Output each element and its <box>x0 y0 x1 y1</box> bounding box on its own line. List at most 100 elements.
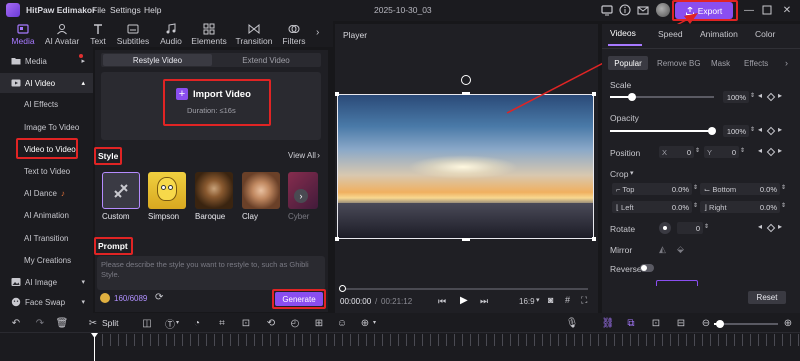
reverse-toggle[interactable] <box>640 264 654 272</box>
tab-speed[interactable]: Speed <box>658 29 683 39</box>
subtab-next-icon[interactable]: › <box>785 58 788 68</box>
keyframe-prev-icon[interactable]: ◂ <box>758 146 762 155</box>
resize-handle[interactable] <box>335 237 339 241</box>
chevron-down-icon[interactable]: ▾ <box>536 296 540 304</box>
sidebar-item-my-creations[interactable]: My Creations <box>0 250 93 270</box>
tool-audio[interactable]: Audio <box>157 21 185 47</box>
keyframe-icon[interactable] <box>766 126 776 136</box>
spin-icon[interactable]: ⇕ <box>750 92 755 99</box>
menu-file[interactable]: File <box>92 5 106 15</box>
user-avatar[interactable] <box>656 3 670 17</box>
scissors-icon[interactable]: ✂ <box>87 317 99 329</box>
opacity-slider[interactable] <box>610 130 714 132</box>
style-clay-thumb[interactable] <box>242 172 280 209</box>
minimize-icon[interactable]: — <box>742 3 756 17</box>
tab-color[interactable]: Color <box>755 29 775 39</box>
menu-settings[interactable]: Settings <box>110 5 141 15</box>
position-x-field[interactable]: X0 <box>659 146 694 158</box>
close-icon[interactable]: ✕ <box>780 3 794 17</box>
maximize-icon[interactable] <box>760 3 774 17</box>
export-button[interactable]: Export <box>675 2 733 19</box>
time-ruler[interactable] <box>94 334 800 346</box>
crop-icon[interactable]: ⌗ <box>216 317 228 329</box>
tool-transition[interactable]: Transition <box>234 21 274 47</box>
zoom-knob[interactable] <box>716 320 724 328</box>
chevron-right-icon[interactable]: › <box>317 150 320 160</box>
styles-next-button[interactable]: › <box>294 189 308 203</box>
scale-knob[interactable] <box>628 93 636 101</box>
ai-tools-icon[interactable]: ⊕ <box>359 317 371 329</box>
zoom-out-icon[interactable]: ⊖ <box>700 317 712 329</box>
keyframe-next-icon[interactable]: ▸ <box>778 125 782 134</box>
crop-frame-icon[interactable]: ⊡ <box>240 317 252 329</box>
view-all-link[interactable]: View All <box>288 151 316 160</box>
aspect-ratio-select[interactable]: 16:9 <box>519 297 535 306</box>
snap-icon[interactable]: ⧉ <box>625 317 637 329</box>
delete-icon[interactable]: 🗑 <box>56 317 69 329</box>
skip-back-icon[interactable]: ⏮ <box>438 296 446 307</box>
sidebar-item-ai-image[interactable]: AI Image ▾ <box>0 272 93 292</box>
microphone-icon[interactable]: 🎙 <box>566 317 579 329</box>
toolbar-next-icon[interactable]: › <box>316 27 319 38</box>
spin-icon[interactable]: ⇕ <box>750 126 755 133</box>
flip-vertical-icon[interactable]: ⬙ <box>677 244 684 255</box>
crop-right-field[interactable]: ⌋ Right 0.0% <box>700 201 780 213</box>
chevron-down-icon[interactable]: ▾ <box>630 169 634 177</box>
marker-icon[interactable]: ◫ <box>141 317 153 329</box>
tool-text[interactable]: Text <box>87 21 109 47</box>
sidebar-item-ai-transition[interactable]: AI Transition <box>0 228 93 248</box>
style-baroque-thumb[interactable] <box>195 172 233 209</box>
flip-horizontal-icon[interactable]: ◭ <box>659 244 666 255</box>
playback-progress[interactable] <box>343 288 588 290</box>
tab-restyle-video[interactable]: Restyle Video <box>103 54 212 66</box>
keyframe-prev-icon[interactable]: ◂ <box>758 125 762 134</box>
opacity-knob[interactable] <box>708 127 716 135</box>
rotate-value[interactable]: 0 <box>677 222 703 234</box>
tool-ai-avatar[interactable]: AI Avatar <box>43 21 81 47</box>
plus-icon[interactable]: + <box>176 88 188 100</box>
play-icon[interactable]: ▶ <box>460 295 468 306</box>
grid-icon[interactable]: # <box>565 295 570 305</box>
sidebar-item-ai-video[interactable]: AI Video ▴ <box>0 73 93 93</box>
resize-handle[interactable] <box>335 92 339 96</box>
style-custom-thumb[interactable] <box>102 172 140 209</box>
tool-media[interactable]: Media <box>9 21 37 47</box>
generate-button[interactable]: Generate <box>275 292 323 306</box>
link-icon[interactable]: ⛓ <box>602 317 615 329</box>
menu-help[interactable]: Help <box>144 5 161 15</box>
import-video-button[interactable]: Import Video <box>193 89 251 100</box>
style-simpson-thumb[interactable] <box>148 172 186 209</box>
subtab-effects[interactable]: Effects <box>744 59 768 68</box>
keyframe-prev-icon[interactable]: ◂ <box>758 222 762 231</box>
crop-bottom-field[interactable]: ⌙ Bottom 0.0% <box>700 183 780 195</box>
sidebar-item-ai-effects[interactable]: AI Effects <box>0 94 93 114</box>
scale-value[interactable]: 100% <box>723 91 749 103</box>
rotate-handle-icon[interactable] <box>461 75 471 85</box>
sidebar-item-media[interactable]: Media ▸ <box>0 51 93 71</box>
sidebar-item-face-swap[interactable]: Face Swap ▾ <box>0 292 93 312</box>
redo-icon[interactable]: ↷ <box>34 317 46 329</box>
resize-handle[interactable] <box>462 238 470 241</box>
refresh-icon[interactable]: ⟳ <box>155 292 163 303</box>
tool-filters[interactable]: Filters <box>281 21 307 47</box>
undo-icon[interactable]: ↶ <box>10 317 22 329</box>
tab-videos[interactable]: Videos <box>610 28 640 43</box>
sidebar-item-image-to-video[interactable]: Image To Video <box>0 117 93 137</box>
subtab-remove-bg[interactable]: Remove BG <box>657 59 701 68</box>
prompt-input[interactable]: Please describe the style you want to re… <box>97 256 325 290</box>
fit-icon[interactable]: ⊞ <box>313 317 325 329</box>
video-preview[interactable] <box>337 94 594 239</box>
keyframe-icon[interactable] <box>766 92 776 102</box>
speed-icon[interactable]: ◔ <box>191 317 203 329</box>
fullscreen-icon[interactable]: ⛶ <box>581 295 587 306</box>
crop-top-field[interactable]: ⌐ Top 0.0% <box>612 183 692 195</box>
keyframe-next-icon[interactable]: ▸ <box>778 222 782 231</box>
resize-handle[interactable] <box>462 92 470 95</box>
face-icon[interactable]: ☺ <box>336 317 348 329</box>
sidebar-item-text-to-video[interactable]: Text to Video <box>0 161 93 181</box>
fit-timeline-icon[interactable]: ⊡ <box>650 317 662 329</box>
tool-subtitles[interactable]: Subtitles <box>114 21 152 47</box>
keyframe-prev-icon[interactable]: ◂ <box>758 91 762 100</box>
sidebar-item-ai-animation[interactable]: AI Animation <box>0 205 93 225</box>
text-tool-icon[interactable]: Ⓣ <box>164 317 176 331</box>
